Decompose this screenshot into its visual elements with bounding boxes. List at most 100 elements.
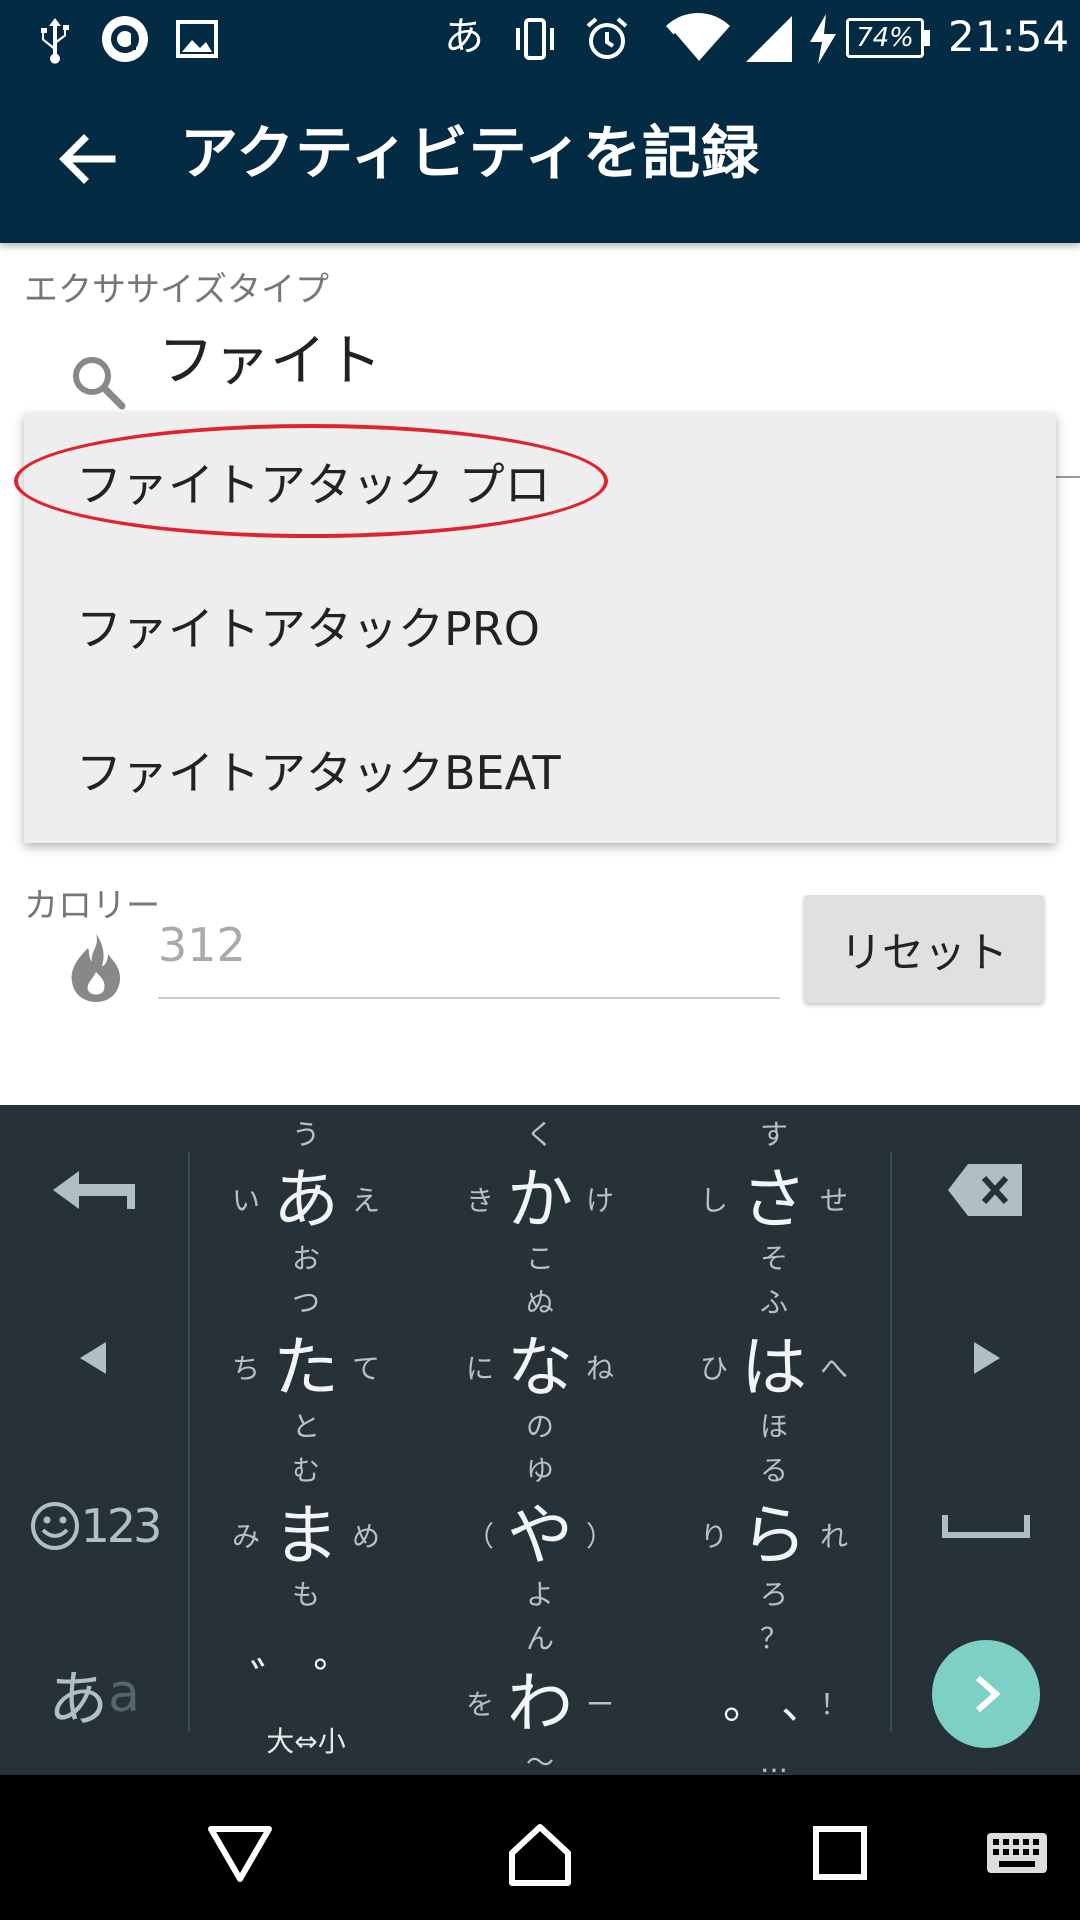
flick-up: つ [291,1286,320,1319]
emoji-number-label: 123 [80,1499,163,1553]
flick-right: ー [585,1688,614,1721]
suggestion-dropdown: ファイトアタック プロ ファイトアタックPRO ファイトアタックBEAT [24,413,1056,843]
undo-key[interactable] [4,1110,184,1270]
exercise-type-label: エクササイズタイプ [24,270,329,310]
flick-down: ろ [759,1578,788,1611]
key-sa[interactable]: す し さ せ そ [674,1118,874,1284]
dakuten-key[interactable]: ゛ ゜ 大⇔小 [206,1622,406,1788]
flick-right: め [351,1520,380,1553]
key-ra[interactable]: る り ら れ ろ [674,1454,874,1620]
clock: 21:54 [948,12,1070,61]
ime-indicator: あ [444,14,484,60]
suggestion-item-2[interactable]: ファイトアタックPRO [24,557,1056,701]
undo-arrow-icon [53,1171,135,1209]
key-wa[interactable]: ん を わ ー 〜 [440,1622,640,1788]
vibrate-icon [516,18,554,60]
space-icon [942,1515,1030,1538]
input-mode-main: あ [48,1664,109,1735]
input-mode-key[interactable]: あ a [4,1614,184,1774]
flick-down: の [525,1410,554,1443]
search-icon [73,357,126,410]
flick-right: せ [819,1184,848,1217]
navigation-bar [0,1775,1080,1920]
keyboard-icon [987,1833,1047,1873]
exercise-type-input[interactable] [158,318,1038,394]
flick-right: ） [585,1520,614,1553]
keyboard-switch-button[interactable] [972,1805,1062,1901]
key-ka[interactable]: く き か け こ [440,1118,640,1284]
flick-up: う [291,1118,320,1151]
flick-right: け [585,1184,614,1217]
calories-input-underline [158,997,780,999]
key-ha[interactable]: ふ ひ は へ ほ [674,1286,874,1452]
flick-up: ゆ [525,1454,554,1487]
home-icon [509,1824,571,1886]
emoji-number-key[interactable]: 123 [4,1446,184,1606]
key-ya[interactable]: ゆ （ や ） よ [440,1454,640,1620]
flick-down: よ [525,1578,554,1611]
flick-down: と [291,1410,320,1443]
triangle-down-icon [208,1826,272,1882]
cursor-left-key[interactable] [4,1278,184,1438]
usb-icon [41,18,69,64]
signal-icon [746,16,792,62]
suggestion-item-3[interactable]: ファイトアタックBEAT [24,701,1056,845]
flick-up: む [291,1454,320,1487]
backspace-key[interactable] [896,1110,1076,1270]
chevron-right-icon [976,1675,1001,1713]
suggestion-item-1[interactable]: ファイトアタック プロ [24,413,1056,557]
reset-button[interactable]: リセット [804,895,1044,1003]
flick-down: こ [525,1242,554,1275]
backspace-icon [948,1164,1022,1216]
triangle-left-icon [80,1342,106,1374]
calories-input[interactable] [158,915,778,975]
keyboard-divider-right [890,1152,892,1732]
calories-label: カロリー [24,886,160,926]
flick-up: く [525,1118,554,1151]
flick-right: て [351,1352,380,1385]
flick-right: ね [585,1352,614,1385]
flick-right: れ [819,1520,848,1553]
image-icon [176,20,218,58]
smiley-icon [30,1502,79,1550]
key-ma[interactable]: む み ま め も [206,1454,406,1620]
triangle-right-icon [974,1342,1000,1374]
flick-right: え [351,1184,380,1217]
flick-right: ！ [819,1688,848,1721]
flick-down: も [291,1578,320,1611]
flick-down: お [291,1242,320,1275]
square-icon [813,1826,867,1880]
enter-button[interactable] [932,1640,1040,1748]
punctuation-key[interactable]: ？ 。 、 ！ … [674,1622,874,1788]
dakuten-label: ゛ ゜ [250,1654,362,1710]
cursor-right-key[interactable] [896,1278,1076,1438]
wifi-icon [666,13,730,63]
charging-icon [810,14,836,64]
keyboard-divider-left [188,1152,190,1732]
page-title: アクティビティを記録 [180,119,761,187]
flick-up: ん [525,1622,554,1655]
flame-icon [71,934,120,1002]
flick-right: へ [819,1352,848,1385]
key-a[interactable]: う い あ え お [206,1118,406,1284]
flick-down: ほ [759,1410,788,1443]
flick-up: ふ [759,1286,788,1319]
arrow-left-icon[interactable] [40,111,136,207]
alarm-icon [586,17,628,59]
flick-up: ？ [759,1622,788,1655]
key-na[interactable]: ぬ に な ね の [440,1286,640,1452]
battery-icon: 74% [846,18,924,58]
recents-nav-button[interactable] [792,1805,888,1901]
battery-tip [924,30,930,46]
input-mode-sub: a [108,1664,140,1724]
size-toggle-label: 大⇔小 [266,1725,346,1758]
space-key[interactable] [896,1446,1076,1606]
battery-level: 74% [856,23,914,53]
flick-up: ぬ [525,1286,554,1319]
home-nav-button[interactable] [492,1805,588,1901]
app-bar: アクティビティを記録 [0,75,1080,243]
flick-up: す [759,1118,788,1151]
key-ta[interactable]: つ ち た て と [206,1286,406,1452]
flick-up: る [759,1454,788,1487]
back-nav-button[interactable] [192,1805,288,1901]
